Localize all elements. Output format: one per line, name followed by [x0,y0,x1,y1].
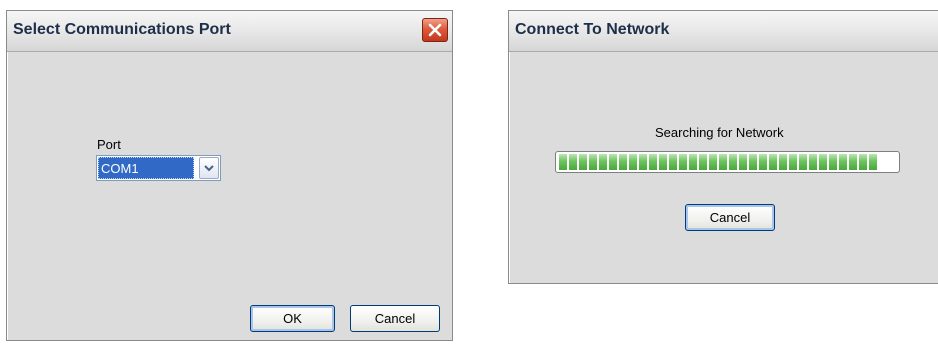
progress-segment [809,154,817,170]
progress-segment [789,154,797,170]
progress-segment [579,154,587,170]
connect-network-dialog: Connect To Network Searching for Network… [508,10,938,284]
progress-segment [599,154,607,170]
progress-segment [749,154,757,170]
progress-segment [859,154,867,170]
progress-segment [869,154,877,170]
progress-segment [839,154,847,170]
close-icon [428,23,442,37]
connection-progress-bar [555,151,900,173]
progress-segment [649,154,657,170]
progress-segment [659,154,667,170]
select-port-dialog: Select Communications Port Port COM1 OK … [6,10,453,341]
progress-segment [569,154,577,170]
progress-segment [779,154,787,170]
progress-segment [669,154,677,170]
progress-segment [799,154,807,170]
progress-segment [689,154,697,170]
progress-segment [729,154,737,170]
select-port-title: Select Communications Port [13,21,231,38]
progress-segment [829,154,837,170]
connect-network-title: Connect To Network [515,21,670,38]
progress-segment [639,154,647,170]
ok-button[interactable]: OK [250,305,335,332]
progress-segment [559,154,567,170]
port-select-dropdown-button[interactable] [199,157,219,179]
progress-segment [849,154,857,170]
select-port-title-bar[interactable]: Select Communications Port [7,11,452,52]
progress-segment [719,154,727,170]
chevron-down-icon [204,165,214,172]
progress-segment [709,154,717,170]
progress-segment [619,154,627,170]
progress-segment [609,154,617,170]
connect-cancel-button[interactable]: Cancel [685,204,775,231]
progress-segment [699,154,707,170]
progress-segment [759,154,767,170]
progress-fill [559,154,879,170]
port-select[interactable]: COM1 [96,155,221,181]
progress-track [559,154,896,170]
close-button[interactable] [422,18,448,42]
searching-status-text: Searching for Network [655,125,784,140]
progress-segment [769,154,777,170]
progress-segment [819,154,827,170]
progress-segment [679,154,687,170]
progress-segment [629,154,637,170]
progress-segment [589,154,597,170]
port-select-value: COM1 [98,157,194,179]
cancel-button[interactable]: Cancel [350,305,440,332]
port-label: Port [97,137,121,152]
connect-network-title-bar[interactable]: Connect To Network [509,11,938,52]
progress-segment [739,154,747,170]
